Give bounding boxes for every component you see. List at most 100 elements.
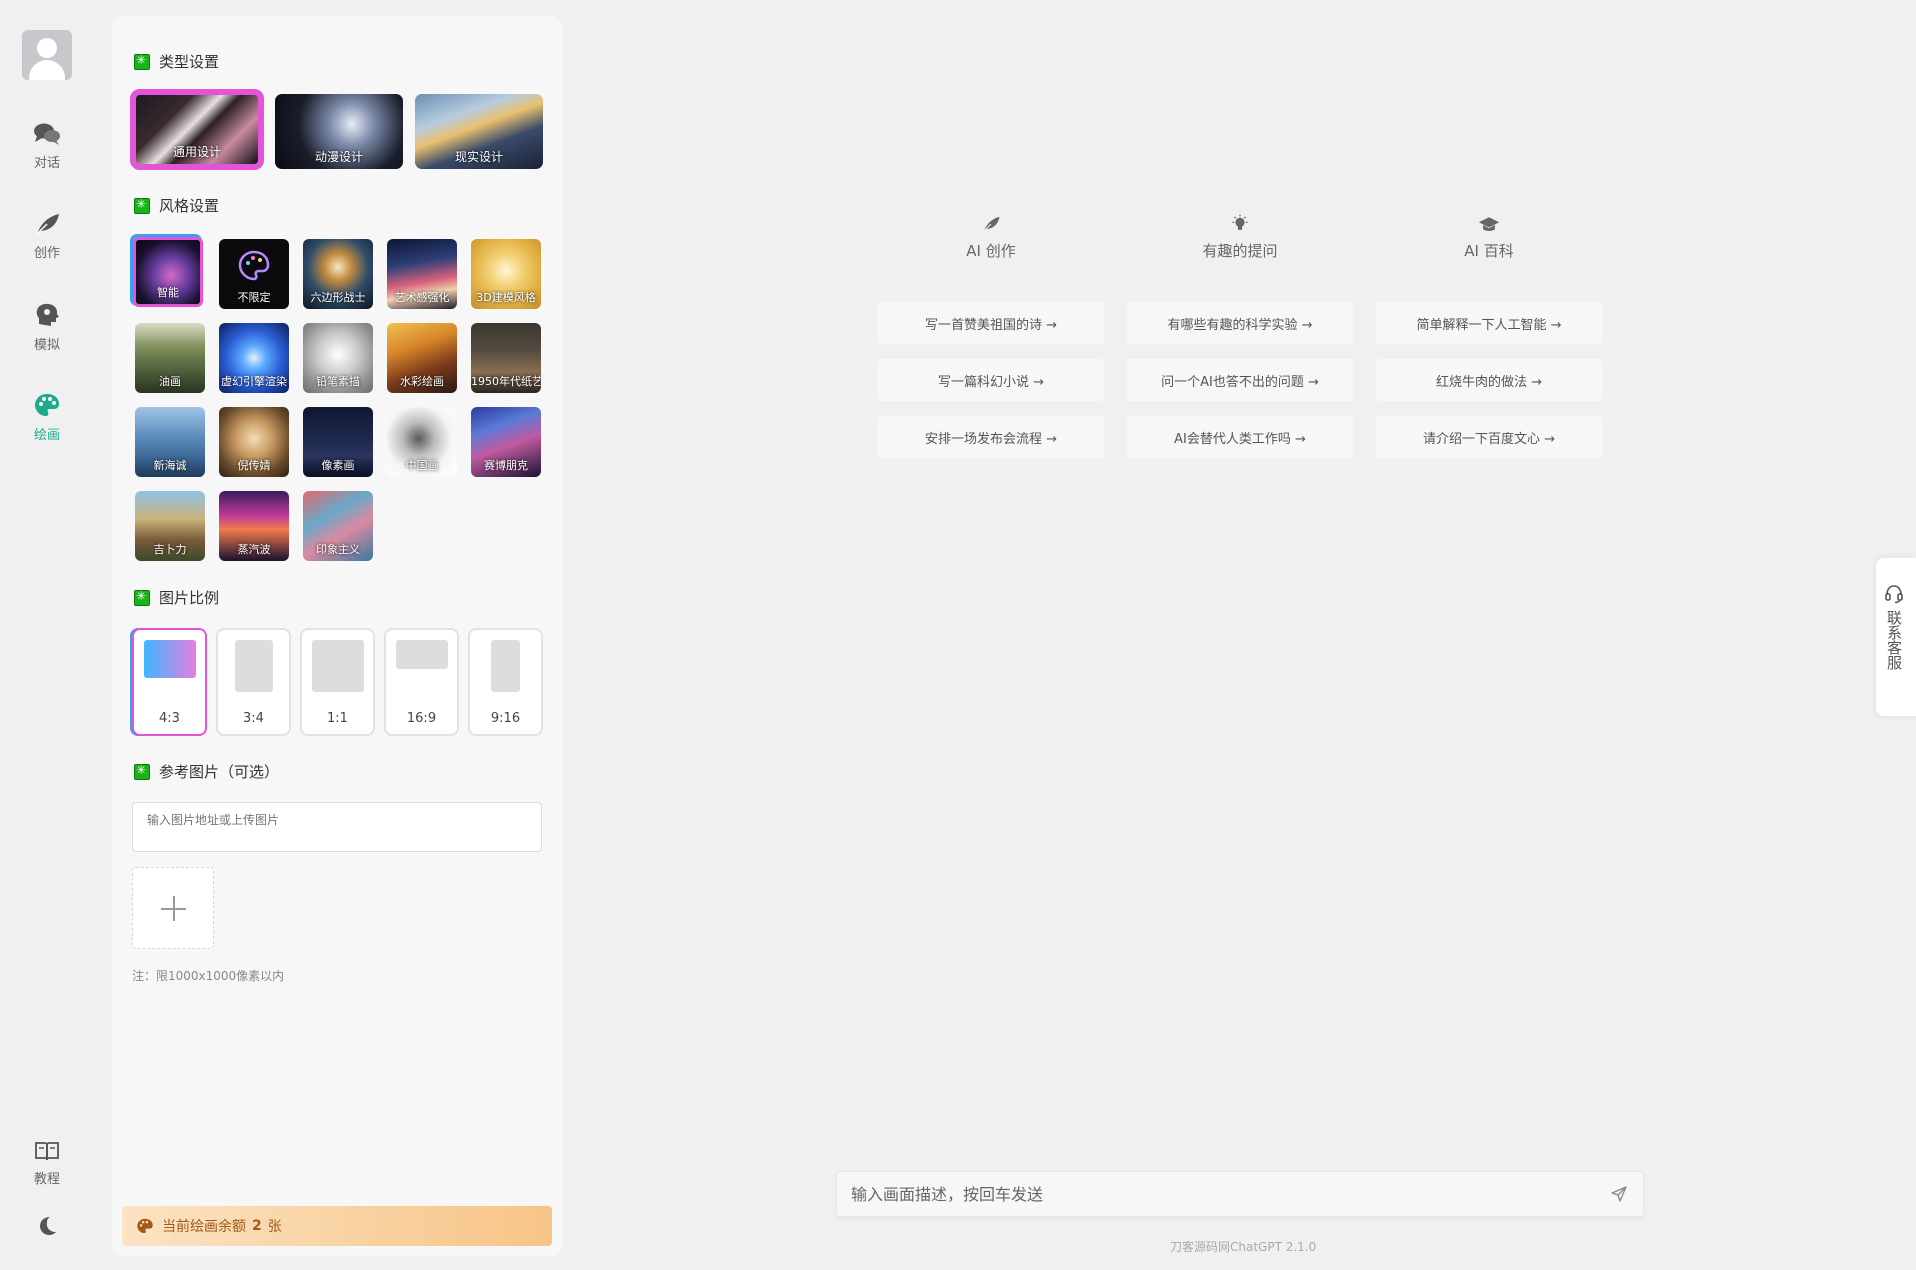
nav-item-draw[interactable]: 绘画	[0, 392, 94, 443]
nav-label-draw: 绘画	[33, 428, 60, 443]
style-card-oil-painting[interactable]: 油画	[135, 323, 205, 393]
type-card-anime[interactable]: 动漫设计	[275, 94, 403, 169]
nav-label-chat: 对话	[33, 156, 60, 171]
ratio-settings-label: 图片比例	[159, 589, 220, 607]
ratio-label: 3:4	[243, 711, 264, 726]
style-card-label: 不限定	[237, 291, 271, 304]
style-card-label: 铅笔素描	[316, 375, 360, 388]
head-icon	[36, 303, 59, 326]
ratio-option-9-16[interactable]: 9:16	[468, 628, 543, 736]
prompt-input-bar	[836, 1171, 1644, 1217]
ratio-label: 16:9	[406, 711, 437, 726]
section-icon	[134, 53, 150, 70]
ratio-option-4-3[interactable]: 4:3	[132, 628, 207, 736]
left-nav: 对话 创作 模拟 绘画 教程	[0, 0, 94, 1270]
nav-item-simulate[interactable]: 模拟	[0, 302, 94, 353]
type-card-realistic[interactable]: 现实设计	[415, 94, 543, 169]
prompt-suggestion[interactable]: 简单解释一下人工智能 →	[1376, 302, 1602, 344]
style-card-smart[interactable]: 智能	[133, 237, 203, 307]
book-icon	[35, 1142, 59, 1161]
prompt-suggestion[interactable]: 请介绍一下百度文心 →	[1376, 416, 1602, 458]
type-settings-title: 类型设置	[134, 51, 219, 72]
style-card-ghibli[interactable]: 吉卜力	[135, 491, 205, 561]
nav-item-tutorial[interactable]: 教程	[0, 1140, 94, 1187]
ratio-preview	[235, 640, 273, 692]
column-fun-questions-header: 有趣的提问	[1125, 214, 1355, 261]
ratio-preview	[312, 640, 364, 692]
style-card-cyberpunk[interactable]: 赛博朋克	[471, 407, 541, 477]
contact-service-label: 联系客服	[1885, 610, 1903, 670]
prompt-suggestion[interactable]: 问一个AI也答不出的问题 →	[1127, 359, 1353, 401]
feather-icon	[36, 214, 59, 235]
upload-image-button[interactable]	[132, 867, 214, 949]
prompt-suggestion[interactable]: 红烧牛肉的做法 →	[1376, 359, 1602, 401]
nav-label-create: 创作	[33, 246, 60, 261]
graduation-cap-icon	[1478, 217, 1500, 231]
column-ai-creation-header: AI 创作	[876, 214, 1106, 261]
footer-version: 刀客源码网ChatGPT 2.1.0	[1170, 1240, 1317, 1254]
ratio-preview	[144, 640, 196, 678]
ratio-option-3-4[interactable]: 3:4	[216, 628, 291, 736]
style-card-3d-model[interactable]: 3D建模风格	[471, 239, 541, 309]
style-card-chinese-painting[interactable]: 中国画	[387, 407, 457, 477]
palette-icon	[238, 250, 270, 281]
feather-icon	[983, 216, 1000, 232]
drawing-prompt-input[interactable]	[837, 1172, 1577, 1216]
style-card-vaporwave[interactable]: 蒸汽波	[219, 491, 289, 561]
drawing-quota-bar: 当前绘画余额 2 张	[122, 1206, 552, 1246]
reference-image-label: 参考图片（可选）	[159, 763, 280, 781]
prompt-suggestion[interactable]: AI会替代人类工作吗 →	[1127, 416, 1353, 458]
ratio-preview	[396, 640, 448, 669]
style-card-1950s-paper[interactable]: 1950年代纸艺	[471, 323, 541, 393]
style-card-hexagon-warrior[interactable]: 六边形战士	[303, 239, 373, 309]
theme-toggle[interactable]	[0, 1214, 94, 1244]
prompt-suggestion[interactable]: 有哪些有趣的科学实验 →	[1127, 302, 1353, 344]
type-settings-label: 类型设置	[159, 53, 220, 71]
style-card-label: 艺术感强化	[394, 291, 450, 304]
headset-icon	[1885, 585, 1903, 604]
reference-image-url-input[interactable]	[132, 802, 542, 852]
style-card-label: 油画	[159, 375, 181, 388]
avatar[interactable]	[22, 30, 72, 80]
ratio-label: 4:3	[159, 711, 180, 726]
palette-icon	[35, 394, 59, 416]
send-icon[interactable]	[1611, 1186, 1627, 1202]
column-title: AI 创作	[966, 242, 1016, 260]
style-card-impressionism[interactable]: 印象主义	[303, 491, 373, 561]
style-card-pixel-art[interactable]: 像素画	[303, 407, 373, 477]
style-card-label: 水彩绘画	[400, 375, 444, 388]
nav-item-chat[interactable]: 对话	[0, 122, 94, 171]
prompt-suggestion[interactable]: 写一首赞美祖国的诗 →	[878, 302, 1104, 344]
quota-count: 2	[252, 1218, 262, 1234]
style-card-label: 赛博朋克	[484, 459, 528, 472]
nav-item-create[interactable]: 创作	[0, 212, 94, 261]
style-card-label: 印象主义	[316, 543, 360, 556]
style-card-art-enhance[interactable]: 艺术感强化	[387, 239, 457, 309]
ratio-preview	[491, 640, 520, 692]
style-card-label: 新海诚	[153, 459, 187, 472]
moon-icon	[40, 1217, 56, 1235]
style-settings-label: 风格设置	[159, 197, 220, 215]
style-card-unreal-engine[interactable]: 虚幻引擎渲染	[219, 323, 289, 393]
style-card-label: 中国画	[405, 459, 439, 472]
style-card-watercolor[interactable]: 水彩绘画	[387, 323, 457, 393]
style-card-pencil-sketch[interactable]: 铅笔素描	[303, 323, 373, 393]
style-card-ni-chuanjing[interactable]: 倪传婧	[219, 407, 289, 477]
reference-image-title: 参考图片（可选）	[134, 761, 279, 782]
style-card-unlimited[interactable]: 不限定	[219, 239, 289, 309]
ratio-label: 9:16	[490, 711, 521, 726]
type-card-label: 现实设计	[454, 150, 503, 164]
nav-label-tutorial: 教程	[33, 1172, 60, 1187]
section-icon	[134, 589, 150, 606]
ratio-option-16-9[interactable]: 16:9	[384, 628, 459, 736]
section-icon	[134, 197, 150, 214]
prompt-suggestion[interactable]: 安排一场发布会流程 →	[878, 416, 1104, 458]
style-card-makoto-shinkai[interactable]: 新海诚	[135, 407, 205, 477]
palette-icon	[137, 1218, 153, 1234]
prompt-suggestion[interactable]: 写一篇科幻小说 →	[878, 359, 1104, 401]
style-card-label: 像素画	[321, 459, 355, 472]
style-card-label: 1950年代纸艺	[471, 375, 541, 388]
contact-service-button[interactable]: 联系客服	[1876, 558, 1916, 716]
type-card-general[interactable]: 通用设计	[133, 92, 261, 167]
ratio-option-1-1[interactable]: 1:1	[300, 628, 375, 736]
